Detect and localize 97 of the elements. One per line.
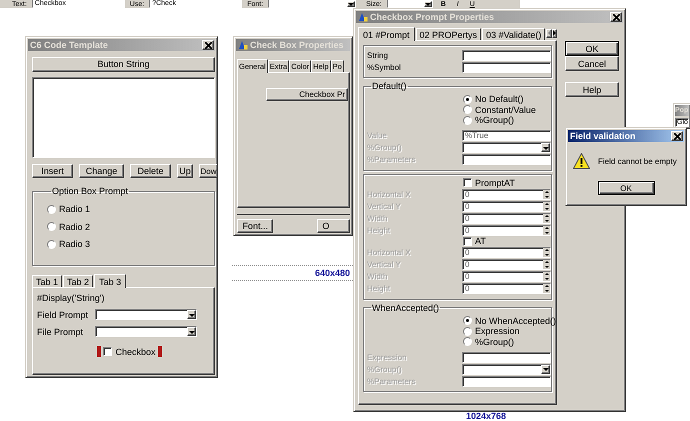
close-icon [204,42,212,48]
tab[interactable]: Tab 3 [94,274,126,288]
tab[interactable]: Tab 1 [32,275,62,288]
dropdown-button[interactable] [541,143,550,152]
radio-label: Radio 2 [59,222,90,232]
message-text: Field cannot be empty [598,156,677,166]
spinner-control[interactable] [543,226,550,234]
window-title: Field validation [570,131,637,141]
radio-button[interactable] [463,316,472,326]
input-field[interactable] [462,62,551,72]
radio-button[interactable] [463,94,472,104]
radio-button[interactable] [463,116,472,125]
radio-label: Constant/Value [475,104,536,115]
radio-label: %Group() [475,336,514,347]
spinner-control[interactable] [543,272,550,281]
dropdown-field[interactable] [462,364,551,374]
guide-label: 1024x768 [466,411,506,421]
dropdown-field[interactable] [95,326,197,338]
checkbox[interactable] [463,236,472,246]
spinner-control[interactable] [543,214,550,222]
window-title: C6 Code Template [30,40,109,50]
button[interactable]: Cancel [565,56,619,71]
button[interactable]: Dow [199,164,217,178]
close-button[interactable] [202,40,214,50]
radio-label: %Group() [475,115,514,126]
button[interactable]: Change [79,164,124,178]
close-icon [612,14,620,20]
field-label: String [367,50,389,60]
triangle-down-icon [188,330,194,334]
radio-label: Expression [475,326,520,336]
radio-button[interactable] [47,240,56,249]
field-label: File Prompt [37,326,84,337]
button[interactable]: Delete [130,164,171,178]
ok-button[interactable]: OK [598,181,654,195]
triangle-down-icon [542,146,548,150]
display-text: #Display('String') [37,293,106,304]
dropdown-button[interactable] [187,327,196,336]
checkbox[interactable] [463,178,472,188]
spinner-control[interactable] [543,248,550,257]
tab[interactable]: Tab 2 [63,275,94,288]
radio-button[interactable] [47,222,56,232]
list-box[interactable] [32,76,215,158]
button[interactable]: OK [565,41,619,56]
triangle-right-icon [552,30,556,36]
tab[interactable]: 02 PROPertys [416,28,482,40]
tab[interactable]: 01 #Prompt [358,27,415,41]
app-icon [238,40,248,50]
checkbox-label: PromptAT [475,178,515,188]
spinner-control[interactable] [543,260,550,269]
triangle-down-icon [542,368,548,371]
radio-button[interactable] [463,337,472,346]
close-button[interactable] [610,12,622,22]
selection-handle [158,346,162,358]
input-field[interactable] [462,154,551,165]
input-field[interactable] [462,352,551,362]
checkbox[interactable] [103,347,112,356]
input-field[interactable] [462,376,551,386]
spinner-control[interactable] [543,202,550,210]
window-title: Checkbox Prompt Properties [370,12,496,22]
button[interactable]: Font... [237,219,274,233]
spinner-control[interactable] [543,284,550,293]
app-icon [358,12,368,22]
button[interactable]: Help [565,82,619,97]
field-label: %Symbol [367,62,402,72]
group-title: Option Box Prompt [51,186,130,196]
radio-button[interactable] [463,326,472,336]
spinner-control[interactable] [543,190,550,198]
triangle-down-icon [188,314,194,317]
close-icon [674,132,680,140]
button[interactable]: Checkbox Pr [266,88,348,101]
radio-button[interactable] [463,105,472,114]
radio-button[interactable] [47,204,56,214]
warning-icon [573,153,590,169]
dropdown-button[interactable] [187,310,196,320]
input-field[interactable] [462,50,551,60]
radio-label: No Default() [475,94,524,104]
button[interactable]: O [317,219,350,233]
window-title: Check Box Properties [250,40,345,50]
guide-label: 640x480 [314,268,350,278]
dropdown-button[interactable] [541,364,550,374]
dropdown-field[interactable] [95,309,197,320]
checkbox-label: Checkbox [115,346,156,357]
tab[interactable]: 03 #Validate() [482,28,546,40]
button[interactable]: Up [177,164,193,178]
button[interactable]: Insert [32,164,73,178]
button[interactable]: Button String [32,57,215,72]
close-button[interactable] [671,131,683,141]
radio-label: Radio 1 [59,204,90,214]
checkbox-label: AT [475,236,486,246]
tab-scroll-button[interactable] [552,28,557,38]
group-title: WhenAccepted() [371,302,440,312]
dropdown-field[interactable] [462,142,551,153]
field-label: Field Prompt [37,310,90,320]
radio-label: Radio 3 [59,239,90,250]
radio-label: No WhenAccepted() [475,316,556,326]
group-title: Default() [371,81,408,91]
dropdown-button[interactable] [347,0,356,6]
